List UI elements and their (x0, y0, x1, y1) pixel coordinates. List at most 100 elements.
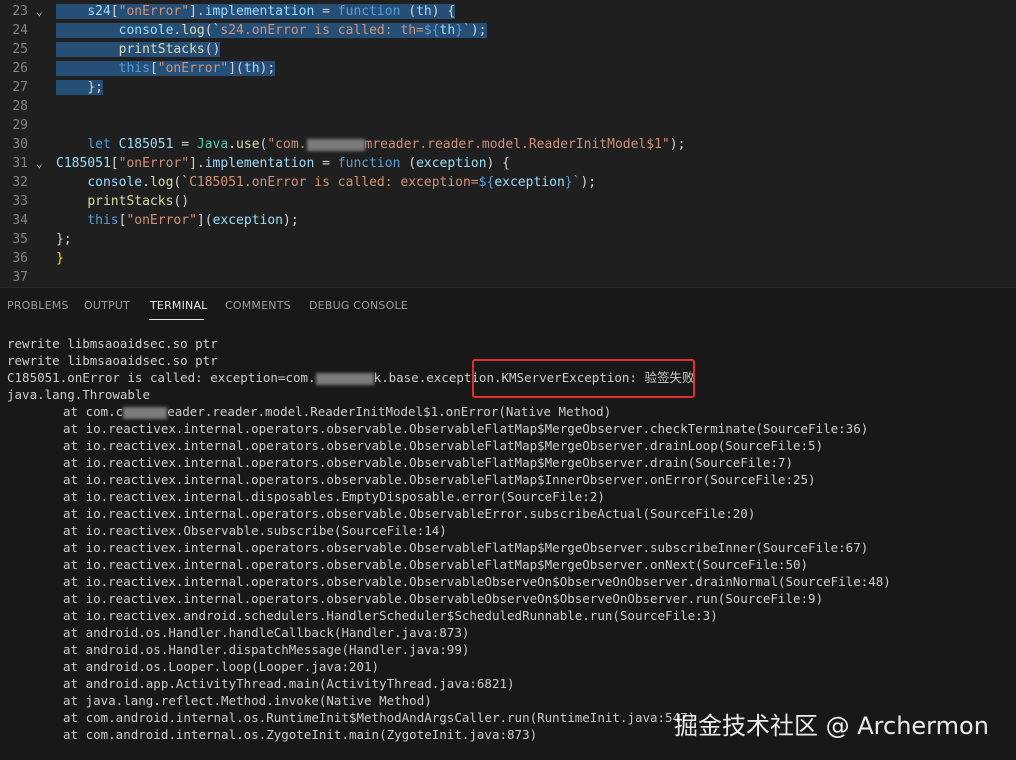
code-token: ]( (228, 61, 244, 76)
panel-tabs: PROBLEMS OUTPUT TERMINAL COMMENTS DEBUG … (0, 288, 1016, 324)
line-number: 24 (12, 23, 28, 38)
code-line[interactable]: 36} (0, 249, 1016, 268)
terminal-line: at io.reactivex.android.schedulers.Handl… (63, 607, 1016, 624)
terminal-line: at com.c eader.reader.model.ReaderInitMod… (63, 403, 1016, 420)
code-line[interactable]: 27 }; (0, 78, 1016, 97)
terminal-text: at io.reactivex.internal.disposables.Emp… (63, 489, 605, 504)
code-line[interactable]: 23 ⌄ s24["onError"].implementation = func… (0, 2, 1016, 21)
terminal-text: at android.os.Looper.loop(Looper.java:20… (63, 659, 380, 674)
code-token: } (455, 23, 464, 38)
line-number: 23 (12, 4, 28, 19)
code-line[interactable]: 29 (0, 116, 1016, 135)
code-token: ); (283, 213, 299, 228)
error-highlight-box (472, 359, 695, 398)
terminal-line: at io.reactivex.internal.operators.obser… (63, 505, 1016, 522)
code-line[interactable]: 33 printStacks() (0, 192, 1016, 211)
tab-terminal[interactable]: TERMINAL (150, 299, 208, 312)
code-editor[interactable]: 23 ⌄ s24["onError"].implementation = func… (0, 0, 1016, 287)
code-line[interactable]: 37 (0, 268, 1016, 287)
code-text: printStacks() (56, 40, 221, 59)
code-line[interactable]: 25 printStacks() (0, 40, 1016, 59)
code-token: ` (463, 23, 471, 38)
code-token: implementation (204, 4, 315, 19)
terminal-text: at io.reactivex.Observable.subscribe(Sou… (63, 523, 447, 538)
terminal-text: rewrite libmsaoaidsec.so ptr (7, 353, 218, 368)
terminal-line: at io.reactivex.internal.disposables.Emp… (63, 488, 1016, 505)
code-token: (` (204, 23, 221, 38)
code-text: }; (56, 78, 103, 97)
tab-debug-console[interactable]: DEBUG CONSOLE (309, 299, 408, 312)
code-token: ]. (189, 156, 205, 171)
line-number: 32 (12, 175, 28, 190)
active-tab-indicator (149, 319, 204, 320)
line-number: 31 (12, 156, 28, 171)
code-token: ); (470, 23, 487, 38)
code-text: printStacks() (56, 192, 189, 211)
line-number: 28 (12, 99, 28, 114)
line-number: 35 (12, 232, 28, 247)
terminal-line: at io.reactivex.internal.operators.obser… (63, 539, 1016, 556)
terminal-text: at com.android.internal.os.RuntimeInit$M… (63, 710, 696, 725)
code-token: printStacks (118, 42, 205, 57)
code-token: ); (669, 137, 686, 152)
code-token: C185051.onError is called: exception= (189, 175, 479, 190)
code-token: "com. (267, 137, 307, 152)
code-token: printStacks (87, 194, 174, 209)
code-token: ]. (189, 4, 205, 19)
tab-comments[interactable]: COMMENTS (225, 299, 291, 312)
code-token: function (337, 4, 401, 19)
code-token: ( (400, 4, 417, 19)
tab-problems[interactable]: PROBLEMS (7, 299, 69, 312)
terminal-line: at android.app.ActivityThread.main(Activ… (63, 675, 1016, 692)
code-token: = (314, 156, 338, 171)
code-text: this["onError"](th); (56, 59, 276, 78)
terminal-text: at io.reactivex.internal.operators.obser… (63, 591, 824, 606)
code-token: [ (149, 61, 158, 76)
code-token: "onError" (118, 156, 190, 171)
terminal-text: at io.reactivex.internal.operators.obser… (63, 557, 809, 572)
terminal-line: at io.reactivex.internal.operators.obser… (63, 573, 1016, 590)
terminal-line: at io.reactivex.internal.operators.obser… (63, 556, 1016, 573)
fold-chevron-icon[interactable]: ⌄ (36, 2, 43, 21)
code-line[interactable]: 26 this["onError"](th); (0, 59, 1016, 78)
code-token: function (337, 156, 401, 171)
code-token: ); (259, 61, 276, 76)
code-token: log (149, 175, 174, 190)
code-line[interactable]: 32 console.log(`C185051.onError is calle… (0, 173, 1016, 192)
code-token: "onError" (157, 61, 229, 76)
tab-output[interactable]: OUTPUT (84, 299, 130, 312)
terminal-text: at io.reactivex.internal.operators.obser… (63, 472, 816, 487)
code-token: }; (56, 232, 72, 247)
code-line[interactable]: 24 console.log(`s24.onError is called: t… (0, 21, 1016, 40)
code-token: } (56, 251, 64, 266)
terminal-text: at android.app.ActivityThread.main(Activ… (63, 676, 515, 691)
code-line[interactable]: 34 this["onError"](exception); (0, 211, 1016, 230)
code-token: C185051 (118, 137, 174, 152)
terminal-line: at io.reactivex.internal.operators.obser… (63, 437, 1016, 454)
terminal-text: at io.reactivex.internal.operators.obser… (63, 455, 793, 470)
code-line[interactable]: 35}; (0, 230, 1016, 249)
terminal-line: at android.os.Handler.dispatchMessage(Ha… (63, 641, 1016, 658)
code-token: ); (580, 175, 597, 190)
code-text: this["onError"](exception); (56, 211, 299, 230)
code-token: . (228, 137, 237, 152)
terminal-line: at io.reactivex.internal.operators.obser… (63, 590, 1016, 607)
code-text: }; (56, 230, 72, 249)
code-token: "onError" (126, 213, 197, 228)
code-token: log (181, 23, 205, 38)
line-number: 37 (12, 270, 28, 285)
redacted-text (306, 138, 365, 151)
code-token: } (564, 175, 573, 190)
code-token: th (243, 61, 260, 76)
code-line[interactable]: 28 (0, 97, 1016, 116)
code-token: }; (87, 80, 103, 95)
code-token: console (118, 23, 174, 38)
code-token: . (142, 175, 150, 190)
code-token: s24.onError is called: th= (220, 23, 424, 38)
code-line[interactable]: 30 let C185051 = Java.use("com. mreader.r… (0, 135, 1016, 154)
fold-chevron-icon[interactable]: ⌄ (36, 154, 43, 173)
code-line[interactable]: 31 ⌄ C185051["onError"].implementation = f… (0, 154, 1016, 173)
code-token: () (204, 42, 221, 57)
code-token: exception (416, 156, 487, 171)
line-number: 29 (12, 118, 28, 133)
